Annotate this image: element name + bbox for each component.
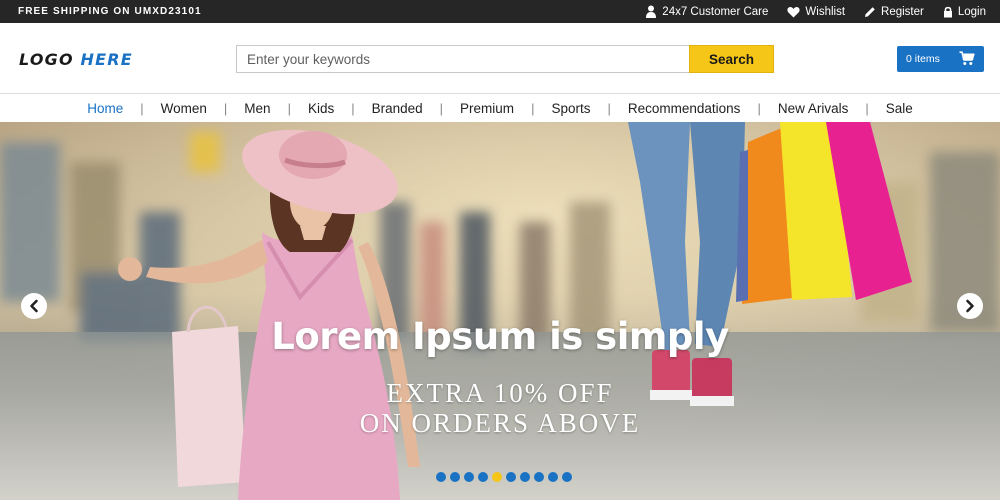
nav-item-new-arrivals[interactable]: New Arivals xyxy=(761,101,866,116)
slider-dot[interactable] xyxy=(534,472,544,482)
slider-dot[interactable] xyxy=(478,472,488,482)
search-input[interactable] xyxy=(236,45,690,73)
hero-background-image xyxy=(0,122,1000,500)
nav-item-women[interactable]: Women xyxy=(144,101,224,116)
logo-text-primary: LOGO xyxy=(19,50,74,69)
slider-dot[interactable] xyxy=(548,472,558,482)
slider-dot[interactable] xyxy=(450,472,460,482)
wishlist-link[interactable]: Wishlist xyxy=(787,6,845,18)
hero-slider: Lorem Ipsum is simply EXTRA 10% OFF ON O… xyxy=(0,122,1000,500)
user-icon xyxy=(646,5,657,18)
slider-pagination xyxy=(436,472,576,482)
cart-button[interactable]: 0 items xyxy=(897,46,984,72)
main-nav: Home | Women | Men | Kids | Branded | Pr… xyxy=(0,93,1000,122)
nav-item-men[interactable]: Men xyxy=(227,101,287,116)
nav-item-sale[interactable]: Sale xyxy=(869,101,930,116)
login-label: Login xyxy=(957,5,986,18)
hero-subtitle-line2: ON ORDERS ABOVE xyxy=(359,408,641,438)
search-button[interactable]: Search xyxy=(689,45,774,73)
chevron-right-icon xyxy=(966,299,974,313)
logo-text-secondary: HERE xyxy=(80,50,133,69)
slider-next-button[interactable] xyxy=(957,293,983,319)
slider-dot[interactable] xyxy=(520,472,530,482)
cart-count: 0 items xyxy=(906,53,940,65)
site-header: LOGO HERE Search 0 items xyxy=(0,23,1000,93)
register-link[interactable]: Register xyxy=(864,6,924,18)
site-logo[interactable]: LOGO HERE xyxy=(19,50,133,69)
nav-item-sports[interactable]: Sports xyxy=(534,101,607,116)
customer-care-link[interactable]: 24x7 Customer Care xyxy=(645,5,768,18)
nav-item-home[interactable]: Home xyxy=(70,101,140,116)
shopping-cart-icon xyxy=(959,51,975,65)
pencil-icon xyxy=(865,6,875,17)
slider-dot[interactable] xyxy=(562,472,572,482)
nav-item-branded[interactable]: Branded xyxy=(355,101,440,116)
heart-icon xyxy=(787,6,800,17)
customer-care-label: 24x7 Customer Care xyxy=(662,5,769,18)
hero-subtitle-line1: EXTRA 10% OFF xyxy=(386,378,614,408)
slider-dot[interactable] xyxy=(464,472,474,482)
nav-item-premium[interactable]: Premium xyxy=(443,101,531,116)
top-bar: FREE SHIPPING ON UMXD23101 24x7 Customer… xyxy=(0,0,1000,23)
shipping-promo: FREE SHIPPING ON UMXD23101 xyxy=(18,6,202,17)
slider-prev-button[interactable] xyxy=(21,293,47,319)
chevron-left-icon xyxy=(30,299,38,313)
slider-dot[interactable] xyxy=(436,472,446,482)
nav-item-kids[interactable]: Kids xyxy=(291,101,351,116)
top-links: 24x7 Customer Care Wishlist Register Log… xyxy=(626,0,986,23)
slider-dot[interactable] xyxy=(492,472,502,482)
login-link[interactable]: Login xyxy=(943,6,986,18)
register-label: Register xyxy=(881,5,924,18)
hero-title: Lorem Ipsum is simply xyxy=(271,315,729,358)
wishlist-label: Wishlist xyxy=(805,5,846,18)
nav-item-recommendations[interactable]: Recommendations xyxy=(611,101,758,116)
slider-dot[interactable] xyxy=(506,472,516,482)
lock-icon xyxy=(943,6,952,17)
